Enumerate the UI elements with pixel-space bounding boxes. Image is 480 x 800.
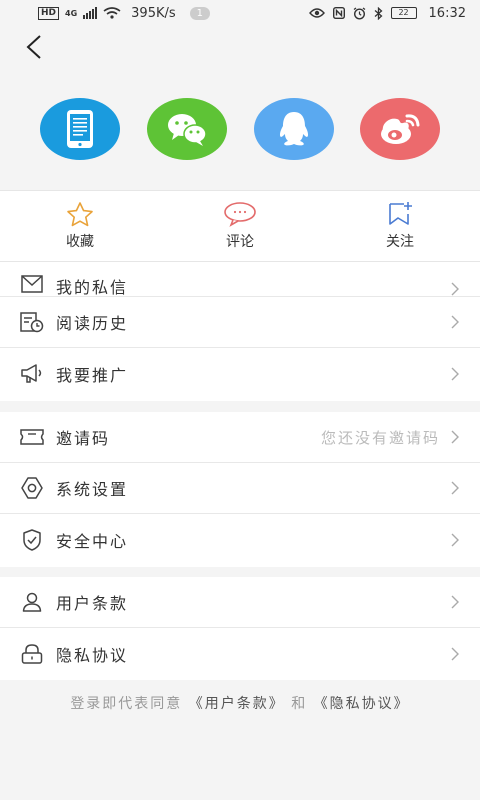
nfc-icon (332, 7, 345, 19)
eye-icon (308, 8, 325, 18)
menu-item-terms[interactable]: 用户条款 (0, 577, 480, 628)
chevron-right-icon (451, 282, 459, 296)
battery-icon: 22 (390, 7, 417, 19)
agreement-prefix: 登录即代表同意 (70, 696, 183, 712)
lock-icon (20, 642, 44, 666)
wifi-icon (103, 7, 121, 19)
favorite-label: 收藏 (66, 234, 94, 250)
favorite-button[interactable]: 收藏 (0, 191, 160, 261)
chevron-right-icon (451, 647, 459, 660)
menu-item-promote[interactable]: 我要推广 (0, 348, 480, 399)
menu-item-security[interactable]: 安全中心 (0, 514, 480, 565)
megaphone-icon (20, 362, 44, 386)
comment-label: 评论 (226, 234, 254, 250)
terms-link[interactable]: 《用户条款》 (189, 696, 285, 712)
chevron-right-icon (451, 367, 459, 380)
notification-count: 1 (189, 6, 211, 20)
status-bar: HD 4G 395K/s 1 22 16:32 (0, 0, 480, 26)
bluetooth-icon (374, 6, 383, 20)
signal-icon (83, 7, 98, 19)
chevron-right-icon (451, 533, 459, 546)
menu-item-privacy[interactable]: 隐私协议 (0, 628, 480, 679)
battery-level: 22 (398, 8, 409, 17)
share-weibo-button[interactable] (360, 98, 440, 160)
menu-item-history[interactable]: 阅读历史 (0, 297, 480, 348)
tablet-icon (67, 110, 93, 148)
ticket-icon (20, 425, 44, 449)
follow-label: 关注 (386, 234, 414, 250)
menu-group-2: 邀请码 您还没有邀请码 系统设置 安全中心 (0, 412, 480, 567)
comment-icon (224, 202, 256, 227)
history-icon (20, 310, 44, 334)
hd-badge: HD (38, 6, 60, 20)
menu-item-messages[interactable]: 我的私信 (0, 262, 480, 297)
menu-group-1: 我的私信 阅读历史 我要推广 (0, 262, 480, 401)
qq-icon (279, 112, 309, 146)
menu-label: 我的私信 (56, 278, 129, 297)
menu-label: 用户条款 (56, 594, 129, 613)
user-icon (20, 590, 44, 614)
menu-label: 我要推广 (56, 365, 129, 385)
invite-code-value: 您还没有邀请码 (320, 428, 440, 447)
chevron-left-icon (26, 35, 41, 59)
clock: 16:32 (428, 5, 466, 21)
star-icon (67, 202, 93, 227)
menu-label: 系统设置 (56, 480, 129, 499)
wechat-icon (168, 114, 207, 146)
chevron-right-icon (451, 481, 459, 495)
menu-label: 隐私协议 (56, 645, 129, 665)
weibo-icon (381, 114, 420, 144)
alarm-icon (353, 6, 365, 20)
agreement-footer: 登录即代表同意 《用户条款》 和 《隐私协议》 (0, 693, 480, 713)
chevron-right-icon (451, 430, 459, 444)
chevron-right-icon (451, 595, 459, 609)
agreement-and: 和 (291, 696, 308, 712)
share-qq-button[interactable] (254, 98, 334, 160)
comment-button[interactable]: 评论 (160, 191, 320, 261)
gear-icon (20, 476, 44, 500)
share-wechat-button[interactable] (147, 98, 227, 160)
bookmark-plus-icon (389, 202, 412, 225)
network-speed: 395K/s (131, 5, 176, 21)
share-row (0, 98, 480, 160)
follow-button[interactable]: 关注 (320, 191, 480, 261)
shield-icon (20, 528, 44, 552)
menu-label: 邀请码 (56, 429, 111, 448)
menu-group-3: 用户条款 隐私协议 (0, 577, 480, 680)
network-type: 4G (65, 8, 78, 18)
privacy-link[interactable]: 《隐私协议》 (314, 696, 410, 712)
menu-item-settings[interactable]: 系统设置 (0, 463, 480, 514)
menu-item-invite-code[interactable]: 邀请码 您还没有邀请码 (0, 412, 480, 463)
menu-label: 阅读历史 (56, 314, 129, 333)
action-bar: 收藏 评论 关注 (0, 190, 480, 262)
menu-label: 安全中心 (56, 531, 129, 551)
back-button[interactable] (20, 32, 50, 62)
mail-icon (20, 272, 44, 296)
chevron-right-icon (451, 315, 459, 329)
share-tablet-button[interactable] (40, 98, 120, 160)
